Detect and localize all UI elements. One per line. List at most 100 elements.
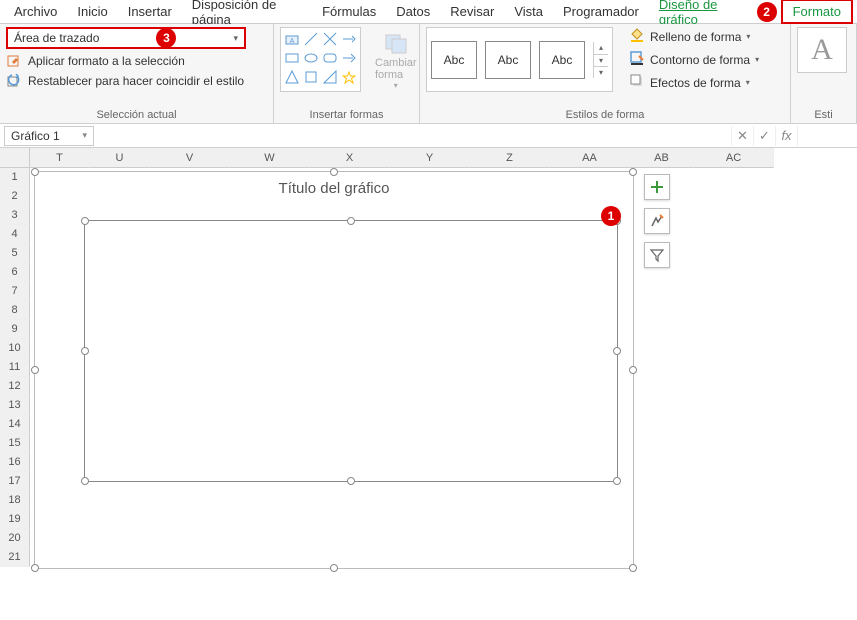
- outline-icon: [629, 50, 645, 69]
- shape-effects-label: Efectos de forma: [650, 76, 741, 90]
- column-header[interactable]: T: [30, 148, 90, 168]
- row-header[interactable]: 9: [0, 320, 30, 339]
- chart-category-labels: [85, 201, 617, 217]
- shape-fill-button[interactable]: Relleno de forma ▾: [629, 27, 759, 46]
- column-header[interactable]: V: [150, 148, 230, 168]
- chart-styles-button[interactable]: [644, 208, 670, 234]
- ribbon-group-selection-label: Selección actual: [6, 107, 267, 121]
- row-header[interactable]: 10: [0, 339, 30, 358]
- callout-3: 3: [156, 28, 176, 48]
- ribbon-group-insert-shapes: A Cambiar forma ▾ Insertar formas: [274, 24, 420, 123]
- ribbon-group-insert-shapes-label: Insertar formas: [280, 107, 413, 121]
- name-box-value: Gráfico 1: [11, 129, 60, 143]
- row-header[interactable]: 3: [0, 206, 30, 225]
- row-header[interactable]: 6: [0, 263, 30, 282]
- row-header[interactable]: 12: [0, 377, 30, 396]
- shape-outline-label: Contorno de forma: [650, 53, 750, 67]
- column-header[interactable]: AA: [550, 148, 630, 168]
- menu-inicio[interactable]: Inicio: [67, 1, 117, 22]
- row-header[interactable]: 7: [0, 282, 30, 301]
- menu-datos[interactable]: Datos: [386, 1, 440, 22]
- row-header[interactable]: 14: [0, 415, 30, 434]
- name-box[interactable]: Gráfico 1 ▾: [4, 126, 94, 146]
- chart-element-selector-value: Área de trazado: [14, 31, 99, 45]
- chart-elements-button[interactable]: [644, 174, 670, 200]
- shape-style-gallery[interactable]: Abc Abc Abc ▴ ▾ ▾: [426, 27, 613, 92]
- menu-archivo[interactable]: Archivo: [4, 1, 67, 22]
- row-header[interactable]: 13: [0, 396, 30, 415]
- ribbon-group-wordart: A Esti: [791, 24, 857, 123]
- column-header[interactable]: U: [90, 148, 150, 168]
- gallery-down-icon[interactable]: ▾: [594, 54, 608, 66]
- wordart-style-swatch[interactable]: A: [797, 27, 847, 73]
- format-selection-button[interactable]: Aplicar formato a la selección: [6, 53, 267, 69]
- plot-area[interactable]: [85, 221, 617, 481]
- chart-bars: [86, 222, 616, 480]
- chevron-down-icon: ▾: [82, 130, 87, 141]
- row-header[interactable]: 11: [0, 358, 30, 377]
- column-header[interactable]: AC: [694, 148, 774, 168]
- shape-style-swatch[interactable]: Abc: [431, 41, 477, 79]
- row-header[interactable]: 1: [0, 168, 30, 187]
- shape-fill-label: Relleno de forma: [650, 30, 741, 44]
- select-all-corner[interactable]: [0, 148, 30, 168]
- row-header[interactable]: 8: [0, 301, 30, 320]
- shape-effects-button[interactable]: Efectos de forma ▾: [629, 73, 759, 92]
- menu-programador[interactable]: Programador: [553, 1, 649, 22]
- row-header[interactable]: 5: [0, 244, 30, 263]
- row-header[interactable]: 15: [0, 434, 30, 453]
- chart-legend[interactable]: [35, 499, 633, 505]
- shape-outline-button[interactable]: Contorno de forma ▾: [629, 50, 759, 69]
- x-axis: [85, 483, 617, 499]
- menu-formato[interactable]: Formato: [781, 0, 853, 24]
- row-header[interactable]: 2: [0, 187, 30, 206]
- chevron-down-icon: ▾: [755, 55, 759, 64]
- reset-style-icon: [6, 73, 22, 89]
- menu-vista[interactable]: Vista: [504, 1, 553, 22]
- row-headers: 123456789101112131415161718192021: [0, 148, 30, 567]
- shapes-gallery[interactable]: A: [280, 27, 361, 92]
- column-header[interactable]: X: [310, 148, 390, 168]
- row-header[interactable]: 19: [0, 510, 30, 529]
- ribbon-group-shape-styles: Abc Abc Abc ▴ ▾ ▾ Relleno de forma ▾ Con…: [420, 24, 791, 123]
- chevron-down-icon: ▾: [233, 33, 238, 44]
- row-header[interactable]: 17: [0, 472, 30, 491]
- row-header[interactable]: 18: [0, 491, 30, 510]
- effects-icon: [629, 73, 645, 92]
- shape-style-swatch[interactable]: Abc: [539, 41, 585, 79]
- menu-insertar[interactable]: Insertar: [118, 1, 182, 22]
- chart-filter-button[interactable]: [644, 242, 670, 268]
- format-selection-label: Aplicar formato a la selección: [28, 54, 185, 68]
- chart-element-selector[interactable]: Área de trazado 3 ▾: [6, 27, 246, 49]
- reset-style-button[interactable]: Restablecer para hacer coincidir el esti…: [6, 73, 267, 89]
- formula-confirm-button[interactable]: ✓: [753, 126, 775, 146]
- row-header[interactable]: 4: [0, 225, 30, 244]
- menu-revisar[interactable]: Revisar: [440, 1, 504, 22]
- row-header[interactable]: 21: [0, 548, 30, 567]
- y-axis: [46, 222, 84, 480]
- ribbon-group-selection: Área de trazado 3 ▾ Aplicar formato a la…: [0, 24, 274, 123]
- gallery-up-icon[interactable]: ▴: [594, 42, 608, 54]
- column-header[interactable]: Y: [390, 148, 470, 168]
- menu-formulas[interactable]: Fórmulas: [312, 1, 386, 22]
- callout-2: 2: [757, 2, 777, 22]
- chevron-down-icon: ▾: [746, 32, 750, 41]
- chart-title[interactable]: Título del gráfico: [35, 172, 633, 201]
- column-header[interactable]: Z: [470, 148, 550, 168]
- insert-function-button[interactable]: fx: [775, 126, 797, 146]
- fill-icon: [629, 27, 645, 46]
- row-header[interactable]: 20: [0, 529, 30, 548]
- shape-style-swatch[interactable]: Abc: [485, 41, 531, 79]
- change-shape-label: Cambiar forma: [375, 57, 417, 81]
- column-header[interactable]: W: [230, 148, 310, 168]
- row-header[interactable]: 16: [0, 453, 30, 472]
- callout-1: 1: [601, 206, 621, 226]
- ribbon-group-shape-styles-label: Estilos de forma: [426, 107, 784, 121]
- svg-text:A: A: [290, 38, 295, 45]
- reset-style-label: Restablecer para hacer coincidir el esti…: [28, 74, 244, 88]
- formula-cancel-button[interactable]: ✕: [731, 126, 753, 146]
- chevron-down-icon: ▾: [746, 78, 750, 87]
- gallery-more-icon[interactable]: ▾: [594, 66, 608, 78]
- chart-object[interactable]: Título del gráfico 1: [34, 171, 634, 569]
- column-header[interactable]: AB: [630, 148, 694, 168]
